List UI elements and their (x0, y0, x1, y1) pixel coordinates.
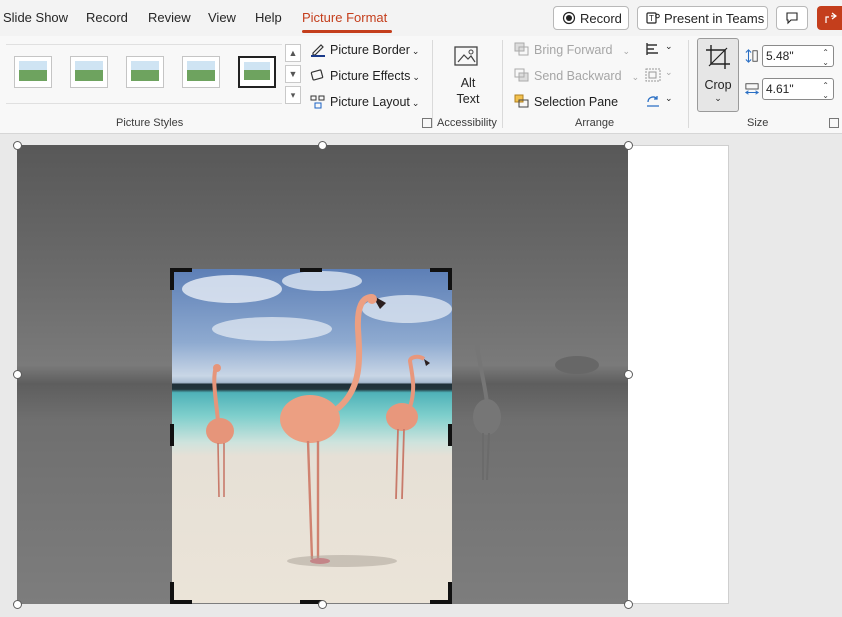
tab-view[interactable]: View (208, 10, 236, 25)
tab-review[interactable]: Review (148, 10, 191, 25)
picture-style-5[interactable] (238, 56, 276, 88)
flamingos-image (182, 271, 452, 567)
bring-forward-button[interactable]: Bring Forward ⌄ (534, 43, 630, 57)
gallery-more[interactable]: ▾ (285, 86, 301, 104)
picture-effects-button[interactable]: Picture Effects ⌄ (330, 69, 420, 83)
crop-handle-top[interactable] (300, 268, 322, 272)
align-dropdown-icon[interactable]: ⌄ (665, 41, 673, 52)
slide-canvas (0, 134, 842, 617)
height-spin-down[interactable]: ⌄ (822, 53, 829, 73)
picture-style-4[interactable] (182, 56, 220, 88)
width-field[interactable]: 4.61" ⌃ ⌄ (762, 78, 834, 100)
crop-handle-bottom-right-v[interactable] (448, 582, 452, 604)
selection-pane-label: Selection Pane (534, 95, 619, 109)
picture-layout-button[interactable]: Picture Layout ⌄ (330, 95, 419, 109)
send-backward-label: Send Backward (534, 69, 622, 83)
present-in-teams-button[interactable]: T Present in Teams (637, 6, 768, 30)
picture-effects-label: Picture Effects (330, 69, 411, 83)
menu-bar: Slide Show Record Review View Help Pictu… (0, 0, 842, 36)
crop-icon (706, 45, 730, 69)
height-value: 5.48" (766, 49, 794, 63)
rotate-icon[interactable] (645, 94, 661, 108)
picture-styles-launcher-icon[interactable] (422, 118, 432, 128)
arrange-label: Arrange (575, 117, 615, 129)
selection-pane-icon (514, 94, 529, 108)
crop-button[interactable]: Crop ⌄ (697, 38, 739, 112)
align-icon[interactable] (645, 42, 661, 56)
picture-style-1[interactable] (14, 56, 52, 88)
resize-handle-left[interactable] (13, 370, 22, 379)
active-tab-indicator (302, 30, 392, 33)
selection-pane-button[interactable]: Selection Pane (534, 95, 618, 109)
size-launcher-icon[interactable] (829, 118, 839, 128)
present-button-label: Present in Teams (664, 10, 765, 26)
picture-layout-label: Picture Layout (330, 95, 410, 109)
bring-forward-icon (514, 42, 529, 56)
gallery-scroll-down[interactable]: ▼ (285, 65, 301, 83)
crop-dropdown-icon: ⌄ (714, 93, 722, 103)
cropped-picture[interactable] (172, 269, 452, 603)
height-field[interactable]: 5.48" ⌃ ⌄ (762, 45, 834, 67)
picture-styles-label: Picture Styles (116, 117, 184, 129)
picture-style-2[interactable] (70, 56, 108, 88)
resize-handle-top-left[interactable] (13, 141, 22, 150)
alt-text-button[interactable]: Alt Text (446, 42, 490, 108)
group-separator (432, 40, 433, 128)
tab-record[interactable]: Record (86, 10, 128, 25)
rotate-dropdown-icon[interactable]: ⌄ (665, 93, 673, 104)
width-icon (744, 83, 760, 95)
alt-text-icon (454, 46, 478, 66)
group-separator (688, 40, 689, 128)
resize-handle-top[interactable] (318, 141, 327, 150)
send-backward-icon (514, 68, 529, 82)
picture-border-label: Picture Border (330, 43, 410, 57)
record-button[interactable]: Record (553, 6, 629, 30)
crop-label: Crop (704, 78, 732, 92)
height-icon (745, 49, 758, 63)
picture-effects-icon (310, 69, 324, 81)
comment-icon (786, 12, 798, 25)
width-value: 4.61" (766, 82, 794, 96)
resize-handle-bottom-left[interactable] (13, 600, 22, 609)
record-button-label: Record (580, 10, 622, 26)
crop-handle-left[interactable] (170, 424, 174, 446)
record-icon (562, 11, 576, 25)
crop-handle-right[interactable] (448, 424, 452, 446)
comments-button[interactable] (776, 6, 808, 30)
crop-handle-top-left-v[interactable] (170, 268, 174, 290)
alt-text-label-1: Alt (460, 76, 476, 90)
resize-handle-right[interactable] (624, 370, 633, 379)
tab-slide-show[interactable]: Slide Show (3, 10, 68, 25)
size-label: Size (747, 117, 769, 129)
alt-text-label-2: Text (456, 92, 480, 106)
picture-border-icon (311, 44, 325, 57)
tab-help[interactable]: Help (255, 10, 282, 25)
crop-handle-bottom-left-v[interactable] (170, 582, 174, 604)
ribbon: ▲ ▼ ▾ Picture Styles Picture Border ⌄ Pic… (0, 36, 842, 134)
accessibility-label: Accessibility (437, 117, 497, 129)
tab-picture-format[interactable]: Picture Format (302, 10, 387, 25)
send-backward-button[interactable]: Send Backward ⌄ (534, 69, 639, 83)
resize-handle-bottom-right[interactable] (624, 600, 633, 609)
svg-text:T: T (649, 14, 654, 23)
bring-forward-label: Bring Forward (534, 43, 613, 57)
resize-handle-top-right[interactable] (624, 141, 633, 150)
group-dropdown-icon[interactable]: ⌄ (665, 67, 673, 78)
resize-handle-bottom[interactable] (318, 600, 327, 609)
crop-handle-top-right-v[interactable] (448, 268, 452, 290)
width-spin-down[interactable]: ⌄ (822, 86, 829, 106)
share-button[interactable] (817, 6, 842, 30)
gallery-scroll-up[interactable]: ▲ (285, 44, 301, 62)
picture-style-3[interactable] (126, 56, 164, 88)
picture-border-button[interactable]: Picture Border ⌄ (330, 43, 419, 57)
share-icon (825, 12, 837, 23)
group-separator (502, 40, 503, 128)
teams-icon: T (646, 12, 660, 24)
group-icon[interactable] (645, 68, 661, 82)
picture-layout-icon (310, 95, 325, 109)
